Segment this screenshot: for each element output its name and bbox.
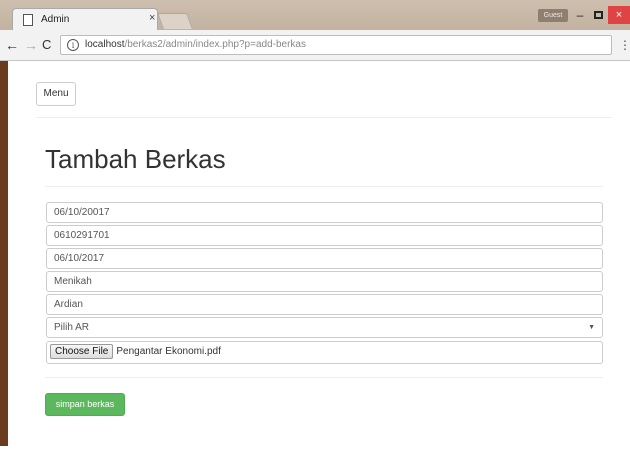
file-input[interactable]: Choose File Pengantar Ekonomi.pdf <box>46 341 603 364</box>
browser-titlebar: Admin × Guest – × <box>0 0 630 31</box>
info-icon[interactable]: i <box>67 39 79 51</box>
file-name: Pengantar Ekonomi.pdf <box>116 346 221 357</box>
minimize-button[interactable]: – <box>572 6 588 24</box>
reload-icon[interactable]: C <box>42 37 51 52</box>
desktop-frame-edge <box>0 0 8 453</box>
browser-menu-icon[interactable]: ⋮ <box>619 38 630 52</box>
forward-arrow-icon[interactable]: → <box>24 37 38 53</box>
divider <box>45 186 603 187</box>
page-content: Menu Tambah Berkas 06/10/20017 061029170… <box>8 62 630 446</box>
status-field[interactable]: Menikah <box>46 271 603 292</box>
tab-close-icon[interactable]: × <box>149 12 155 24</box>
ar-select[interactable]: Pilih AR ▼ <box>46 317 603 338</box>
date-field-1[interactable]: 06/10/20017 <box>46 202 603 223</box>
name-field[interactable]: Ardian <box>46 294 603 315</box>
browser-toolbar: ← → C i localhost/berkas2/admin/index.ph… <box>0 30 630 61</box>
save-button[interactable]: simpan berkas <box>45 393 125 416</box>
guest-profile-badge[interactable]: Guest <box>538 9 568 22</box>
ar-select-value: Pilih AR <box>54 322 90 333</box>
new-tab-button[interactable] <box>157 13 193 29</box>
maximize-icon <box>593 11 603 19</box>
url-path: /berkas2/admin/index.php?p=add-berkas <box>124 39 306 50</box>
chevron-down-icon: ▼ <box>588 324 595 331</box>
date-field-2[interactable]: 06/10/2017 <box>46 248 603 269</box>
browser-tab-admin[interactable]: Admin × <box>12 8 158 31</box>
number-field[interactable]: 0610291701 <box>46 225 603 246</box>
divider <box>45 377 603 378</box>
back-arrow-icon[interactable]: ← <box>5 37 19 53</box>
choose-file-button[interactable]: Choose File <box>50 344 114 359</box>
page-bottom-edge <box>0 446 630 453</box>
url-text[interactable]: localhost/berkas2/admin/index.php?p=add-… <box>85 39 306 50</box>
url-host: localhost <box>85 39 125 50</box>
page-icon <box>23 14 33 26</box>
close-window-button[interactable]: × <box>608 6 630 24</box>
tab-title: Admin <box>41 14 70 25</box>
divider <box>36 117 612 118</box>
address-bar[interactable]: i localhost/berkas2/admin/index.php?p=ad… <box>60 35 612 55</box>
maximize-button[interactable] <box>590 6 606 24</box>
menu-button[interactable]: Menu <box>36 82 76 106</box>
page-title: Tambah Berkas <box>45 144 226 174</box>
